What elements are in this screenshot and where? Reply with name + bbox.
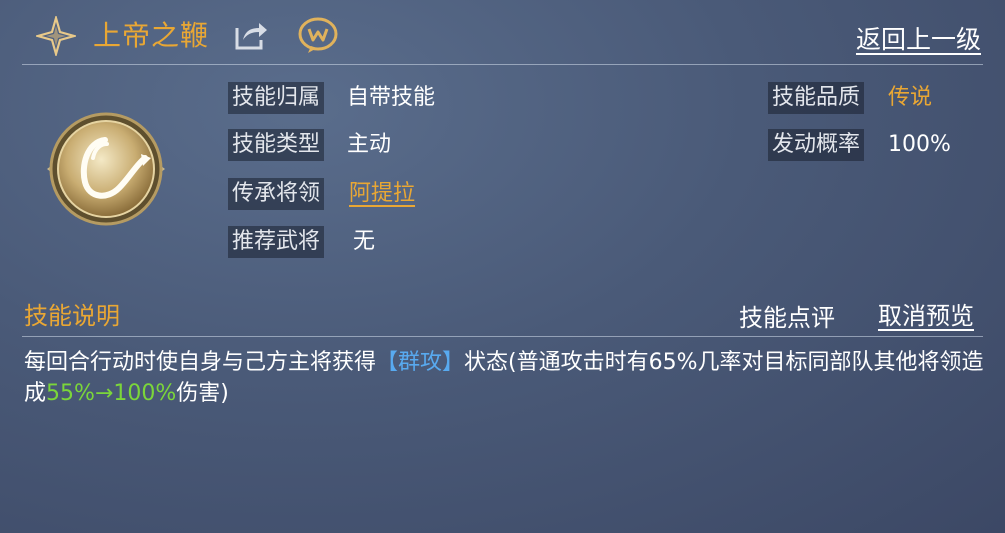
skill-description: 每回合行动时使自身与己方主将获得【群攻】状态(普通攻击时有65%几率对目标同部队… (24, 347, 994, 409)
type-value: 主动 (347, 132, 392, 157)
description-text-1: 每回合行动时使自身与己方主将获得 (24, 350, 377, 375)
rate-label: 发动概率 (768, 129, 865, 161)
quality-value: 传说 (888, 85, 933, 110)
back-button[interactable]: 返回上一级 (856, 20, 981, 56)
quality-label: 技能品质 (768, 82, 865, 114)
header-divider (22, 64, 983, 65)
skill-title: 上帝之鞭 (93, 19, 210, 52)
description-text-3: 伤害) (176, 381, 229, 406)
skill-comment-button[interactable]: 技能点评 (739, 298, 835, 333)
recommend-value: 无 (353, 229, 376, 254)
section-divider (22, 336, 983, 337)
cancel-preview-button[interactable]: 取消预览 (878, 296, 974, 331)
inherit-general-link[interactable]: 阿提拉 (349, 178, 415, 210)
share-icon[interactable] (233, 18, 269, 52)
recommend-label: 推荐武将 (228, 226, 325, 258)
rate-value: 100% (888, 132, 951, 157)
four-point-star-icon (36, 16, 76, 56)
ownership-value: 自带技能 (347, 85, 436, 110)
buff-name: 【群攻】 (376, 350, 465, 375)
damage-range: 55%→100% (46, 381, 177, 406)
chat-bubble-icon[interactable] (297, 15, 339, 55)
whip-skill-emblem (47, 112, 165, 226)
type-label: 技能类型 (228, 129, 325, 161)
ownership-label: 技能归属 (228, 82, 325, 114)
inherit-label: 传承将领 (228, 178, 325, 210)
section-title: 技能说明 (24, 302, 120, 330)
